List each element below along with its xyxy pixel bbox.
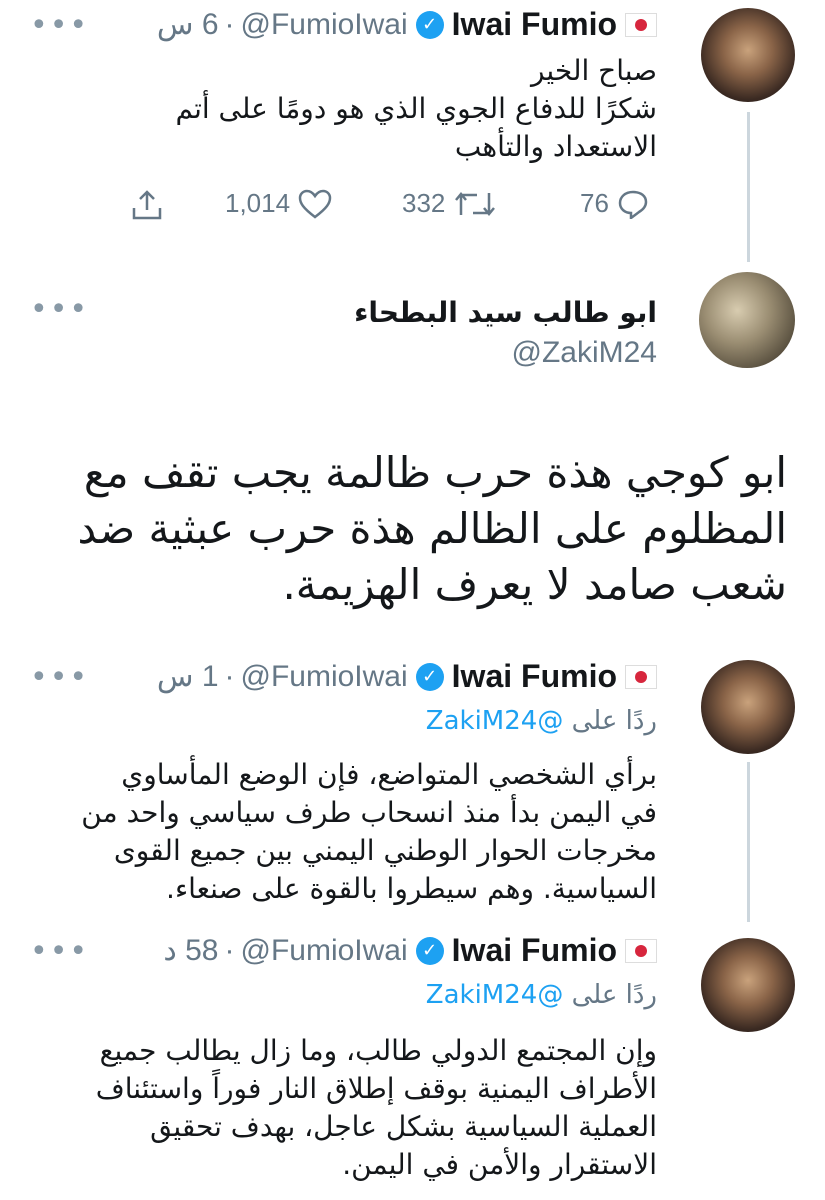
reply-count: 76 [580,188,609,218]
japan-flag-icon [625,664,657,689]
tweet-header: Iwai Fumio ✓ @FumioIwai · 1 س [157,658,657,695]
like-icon [298,189,332,219]
reply-button[interactable]: 76 [580,188,649,219]
thread-line [747,112,750,262]
verified-badge-icon: ✓ [415,10,444,39]
reply-icon [618,190,648,219]
avatar-fumio[interactable] [701,8,795,102]
author-handle[interactable]: @ZakiM24 [512,336,658,370]
tweet-line: الأطراف اليمنية بوقف إطلاق النار فوراً و… [95,1072,657,1105]
tweet-line: في اليمن بدأ منذ انسحاب طرف سياسي واحد م… [81,796,657,829]
tweet-line: مخرجات الحوار الوطني اليمني بين جميع الق… [113,834,657,867]
japan-flag-icon [625,12,657,37]
tweet-line: شكرًا للدفاع الجوي الذي هو دومًا على أتم [175,92,657,125]
reply-context: ردًا على @ZakiM24 [426,706,657,736]
tweet-time[interactable]: 6 س [157,7,219,42]
thread-line [747,762,750,922]
tweet-line: السياسية. وهم سيطروا بالقوة على صنعاء. [166,872,657,905]
reply-prefix: ردًا على [571,980,657,1010]
avatar-zaki[interactable] [699,272,795,368]
tweet-line: شعب صامد لا يعرف الهزيمة. [282,560,787,609]
reply-to-handle[interactable]: @ZakiM24 [426,980,564,1010]
share-button[interactable] [130,188,164,222]
like-count: 1,014 [225,188,291,218]
more-icon[interactable]: ••• [30,8,89,43]
reply-prefix: ردًا على [571,706,657,736]
share-icon [132,190,162,220]
tweet-line: وإن المجتمع الدولي طالب، وما زال يطالب ج… [99,1034,657,1067]
author-name[interactable]: ابو طالب سيد البطحاء [354,296,657,329]
author-name[interactable]: Iwai Fumio [452,6,617,43]
more-icon[interactable]: ••• [30,292,89,327]
author-name[interactable]: Iwai Fumio [452,932,617,969]
reply-context: ردًا على @ZakiM24 [426,980,657,1010]
avatar-fumio[interactable] [701,660,795,754]
tweet-meta: @FumioIwai · 1 س [157,659,408,694]
like-button[interactable]: 1,014 [225,188,332,219]
retweet-count: 332 [402,188,446,218]
tweet-text: ابو كوجي هذة حرب ظالمة يجب تقف مع المظلو… [27,445,787,613]
separator-dot: · [224,659,235,693]
tweet-line: ابو كوجي هذة حرب ظالمة يجب تقف مع [83,448,787,497]
author-handle[interactable]: @FumioIwai [241,934,408,968]
verified-badge-icon: ✓ [415,936,444,965]
more-icon[interactable]: ••• [30,660,89,695]
tweet-text: صباح الخير شكرًا للدفاع الجوي الذي هو دو… [37,52,657,166]
avatar-fumio[interactable] [701,938,795,1032]
tweet-time[interactable]: 1 س [157,659,219,694]
tweet-line: المظلوم على الظالم هذة حرب عبثية ضد [77,504,787,553]
more-icon[interactable]: ••• [30,934,89,969]
verified-badge-icon: ✓ [415,662,444,691]
tweet-header: Iwai Fumio ✓ @FumioIwai · 6 س [157,6,657,43]
retweet-button[interactable]: 332 [402,188,497,219]
separator-dot: · [224,7,235,41]
tweet-header: Iwai Fumio ✓ @FumioIwai · 58 د [163,932,657,969]
tweet-text: وإن المجتمع الدولي طالب، وما زال يطالب ج… [37,1032,657,1184]
tweet-line: برأي الشخصي المتواضع، فإن الوضع المأساوي [121,758,657,791]
tweet-line: العملية السياسية بشكل عاجل، بهدف تحقيق [150,1110,657,1143]
separator-dot: · [224,933,235,967]
author-handle[interactable]: @FumioIwai [241,660,408,694]
tweet-meta: @FumioIwai · 58 د [163,933,407,968]
tweet-text: برأي الشخصي المتواضع، فإن الوضع المأساوي… [37,756,657,908]
tweet-actions: 76 332 1,014 [0,188,825,228]
reply-to-handle[interactable]: @ZakiM24 [426,706,564,736]
tweet-line: الاستقرار والأمن في اليمن. [342,1148,657,1181]
author-handle[interactable]: @FumioIwai [241,8,408,42]
author-name[interactable]: Iwai Fumio [452,658,617,695]
retweet-icon [455,191,496,216]
japan-flag-icon [625,938,657,963]
tweet-time[interactable]: 58 د [163,933,218,968]
tweet-line: صباح الخير [530,54,657,87]
tweet-meta: @FumioIwai · 6 س [157,7,408,42]
tweet-line: الاستعداد والتأهب [454,130,657,163]
